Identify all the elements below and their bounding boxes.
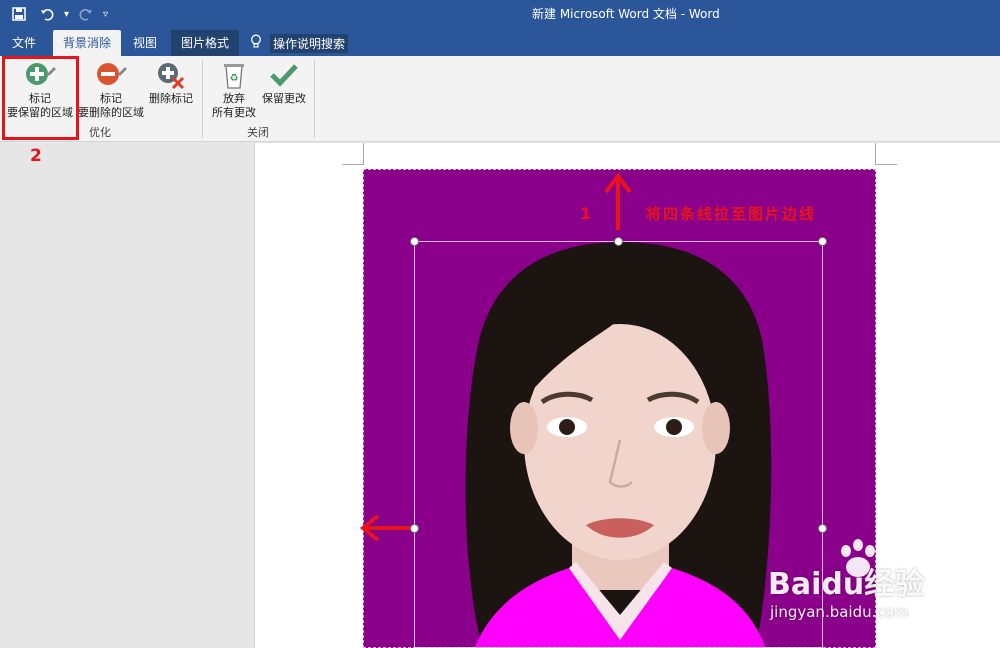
customize-toolbar-icon[interactable]: ▿ (103, 9, 108, 20)
group-label-close: 关闭 (247, 126, 269, 139)
page-corner-mark (342, 164, 364, 165)
delete-mark-label: 删除标记 (149, 92, 193, 105)
svg-text:♻: ♻ (230, 73, 239, 84)
discard-label-line1: 放弃 (223, 92, 245, 105)
page-corner-mark (363, 143, 364, 165)
quick-access-toolbar: ▾ ▿ (8, 3, 108, 25)
mark-areas-to-remove-button[interactable]: 标记 要删除的区域 (76, 60, 146, 120)
ribbon-group-divider (202, 60, 203, 138)
watermark-brand: Baidu经验 (768, 567, 925, 602)
up-arrow-icon (604, 172, 632, 230)
resize-handle-right[interactable] (818, 524, 827, 533)
recycle-bin-icon: ♻ (217, 60, 251, 90)
discard-all-changes-button[interactable]: ♻ 放弃 所有更改 (208, 60, 260, 120)
lightbulb-icon (250, 34, 262, 52)
tab-background-removal[interactable]: 背景消除 (53, 30, 121, 56)
ribbon: 标记 要保留的区域 标记 要删除的区域 删除标记 优化 ♻ 放弃 所有更改 保留… (0, 56, 1000, 142)
page-corner-mark (875, 143, 876, 165)
mark-remove-icon (94, 60, 128, 90)
resize-handle-left[interactable] (410, 524, 419, 533)
redo-icon[interactable] (75, 3, 97, 25)
mark-remove-label-line1: 标记 (100, 92, 122, 105)
step-1-annotation: 1 (580, 204, 592, 223)
mark-remove-label-line2: 要删除的区域 (78, 106, 144, 119)
background-removal-marquee[interactable] (414, 241, 823, 648)
save-icon[interactable] (8, 3, 30, 25)
undo-dropdown-icon[interactable]: ▾ (64, 9, 69, 20)
undo-icon[interactable] (36, 3, 58, 25)
delete-mark-icon (154, 60, 188, 90)
highlight-box-mark-keep (2, 56, 79, 140)
resize-handle-top-left[interactable] (410, 237, 419, 246)
resize-handle-top-right[interactable] (818, 237, 827, 246)
step-2-annotation: 2 (30, 146, 42, 166)
group-label-refine: 优化 (89, 126, 111, 139)
discard-label-line2: 所有更改 (212, 106, 256, 119)
ribbon-tab-bar: 文件 背景消除 视图 图片格式 操作说明搜索 (0, 28, 1000, 56)
tab-view[interactable]: 视图 (126, 30, 164, 56)
checkmark-icon (267, 60, 301, 90)
title-bar: ▾ ▿ 新建 Microsoft Word 文档 - Word (0, 0, 1000, 28)
window-title: 新建 Microsoft Word 文档 - Word (532, 7, 720, 21)
ribbon-group-divider (314, 60, 315, 138)
tab-file[interactable]: 文件 (6, 30, 42, 56)
instruction-annotation: 将四条线拉至图片边线 (646, 205, 817, 223)
keep-changes-button[interactable]: 保留更改 (260, 60, 308, 106)
tab-picture-format[interactable]: 图片格式 (171, 30, 239, 56)
tell-me-label: 操作说明搜索 (270, 33, 349, 53)
watermark-url: jingyan.baidu.com (770, 603, 909, 621)
resize-handle-top[interactable] (614, 237, 623, 246)
delete-mark-button[interactable]: 删除标记 (146, 60, 196, 106)
tell-me-search[interactable]: 操作说明搜索 (250, 30, 349, 56)
keep-changes-label: 保留更改 (262, 92, 306, 105)
page-corner-mark (875, 164, 897, 165)
